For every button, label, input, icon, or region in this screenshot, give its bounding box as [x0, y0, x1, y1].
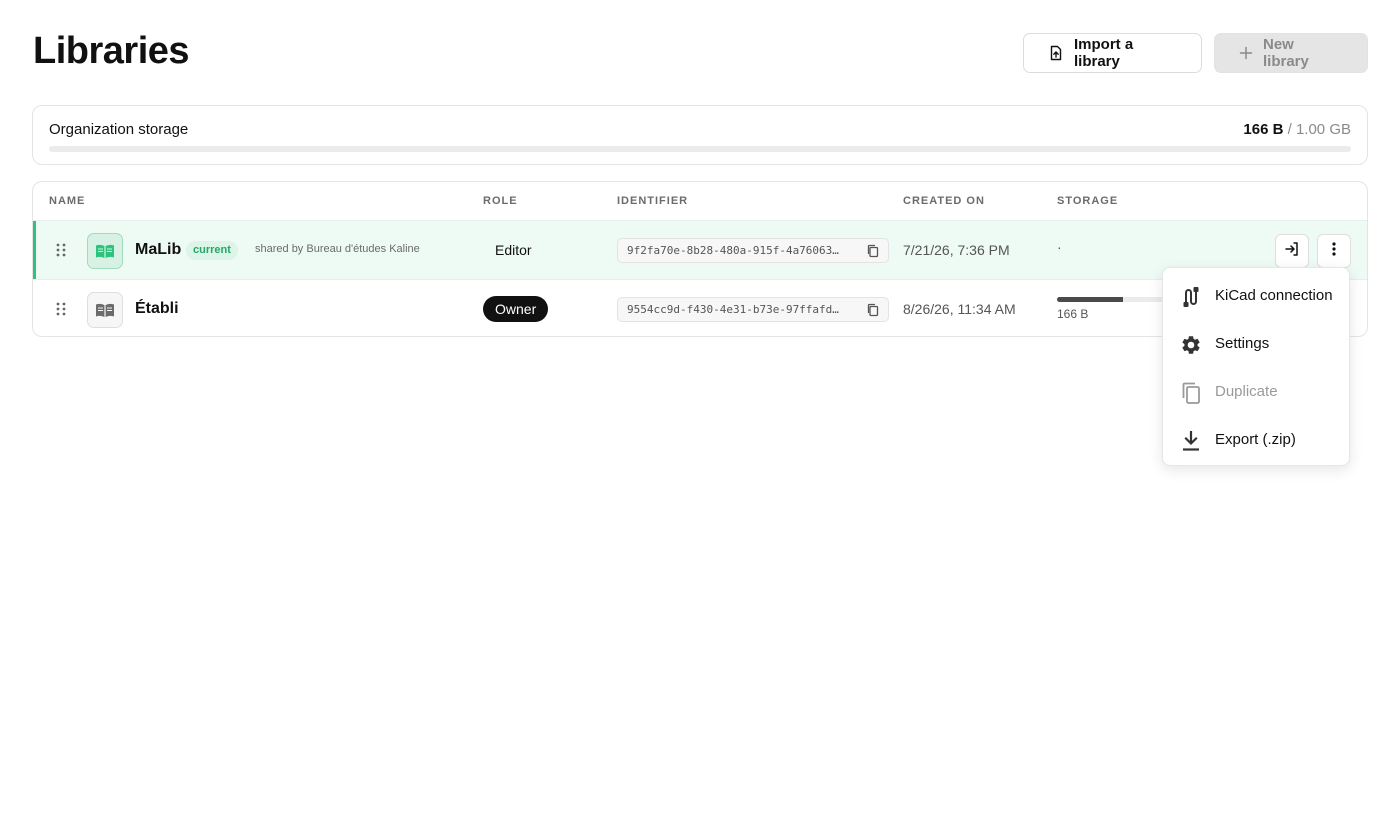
column-header-role: ROLE — [483, 195, 518, 207]
table-header: NAME ROLE IDENTIFIER CREATED ON STORAGE — [33, 182, 1367, 220]
identifier-value: 9f2fa70e-8b28-480a-915f-4a76063… — [627, 244, 839, 257]
gear-icon — [1180, 334, 1202, 356]
created-on: 8/26/26, 11:34 AM — [903, 301, 1016, 317]
identifier-field[interactable]: 9554cc9d-f430-4e31-b73e-97ffafd… — [617, 297, 889, 322]
import-library-label: Import a library — [1074, 36, 1134, 70]
new-library-button[interactable]: New library — [1214, 33, 1368, 73]
more-vertical-icon — [1332, 241, 1336, 261]
library-name[interactable]: Établi — [135, 300, 179, 318]
created-on: 7/21/26, 7:36 PM — [903, 242, 1010, 258]
header-actions: Import a library New library — [1023, 33, 1368, 73]
more-options-button[interactable] — [1317, 234, 1351, 268]
storage-used: 166 B — [1243, 121, 1284, 138]
book-icon — [87, 292, 123, 328]
storage-progress-bar — [49, 146, 1351, 152]
menu-item-settings[interactable]: Settings — [1163, 320, 1349, 368]
menu-item-label: KiCad connection — [1215, 287, 1333, 304]
role-badge: Owner — [483, 296, 549, 322]
library-storage-bar — [1057, 297, 1167, 302]
column-header-identifier: IDENTIFIER — [617, 195, 689, 207]
library-storage-fill — [1057, 297, 1123, 302]
storage-value: · — [1057, 239, 1062, 255]
current-row-indicator — [33, 221, 36, 279]
download-icon — [1180, 430, 1202, 452]
storage-label: Organization storage — [49, 121, 189, 138]
open-library-button[interactable] — [1275, 234, 1309, 268]
copy-icon[interactable] — [866, 244, 880, 258]
duplicate-icon — [1180, 382, 1202, 404]
role-badge: Editor — [495, 242, 532, 258]
menu-item-duplicate: Duplicate — [1163, 368, 1349, 416]
storage-total: / 1.00 GB — [1287, 121, 1351, 138]
import-library-button[interactable]: Import a library — [1023, 33, 1202, 73]
menu-item-label: Settings — [1215, 335, 1270, 352]
copy-icon[interactable] — [866, 303, 880, 317]
file-upload-icon — [1048, 45, 1064, 61]
drag-handle-icon[interactable] — [55, 243, 67, 257]
current-badge: current — [186, 241, 238, 260]
page-title: Libraries — [33, 30, 190, 72]
storage-value: 166 B — [1057, 307, 1089, 321]
identifier-field[interactable]: 9f2fa70e-8b28-480a-915f-4a76063… — [617, 238, 889, 263]
library-actions-menu: KiCad connection Settings Duplicate Expo… — [1162, 267, 1350, 466]
organization-storage-card: Organization storage 166 B / 1.00 GB — [32, 105, 1368, 165]
column-header-storage: STORAGE — [1057, 195, 1119, 207]
column-header-created-on: CREATED ON — [903, 195, 985, 207]
menu-item-label: Export (.zip) — [1215, 431, 1296, 448]
storage-usage: 166 B / 1.00 GB — [1243, 121, 1351, 138]
menu-item-export-zip[interactable]: Export (.zip) — [1163, 416, 1349, 464]
plus-icon — [1239, 46, 1253, 60]
login-icon — [1284, 241, 1300, 262]
menu-item-label: Duplicate — [1215, 383, 1278, 400]
identifier-value: 9554cc9d-f430-4e31-b73e-97ffafd… — [627, 303, 839, 316]
menu-item-kicad-connection[interactable]: KiCad connection — [1163, 272, 1349, 320]
drag-handle-icon[interactable] — [55, 302, 67, 316]
book-icon — [87, 233, 123, 269]
new-library-label: New library — [1263, 36, 1309, 70]
kicad-connection-icon — [1180, 286, 1202, 308]
library-name[interactable]: MaLib — [135, 241, 181, 259]
shared-by-text: shared by Bureau d'études Kaline — [255, 243, 420, 255]
column-header-name: NAME — [49, 195, 86, 207]
